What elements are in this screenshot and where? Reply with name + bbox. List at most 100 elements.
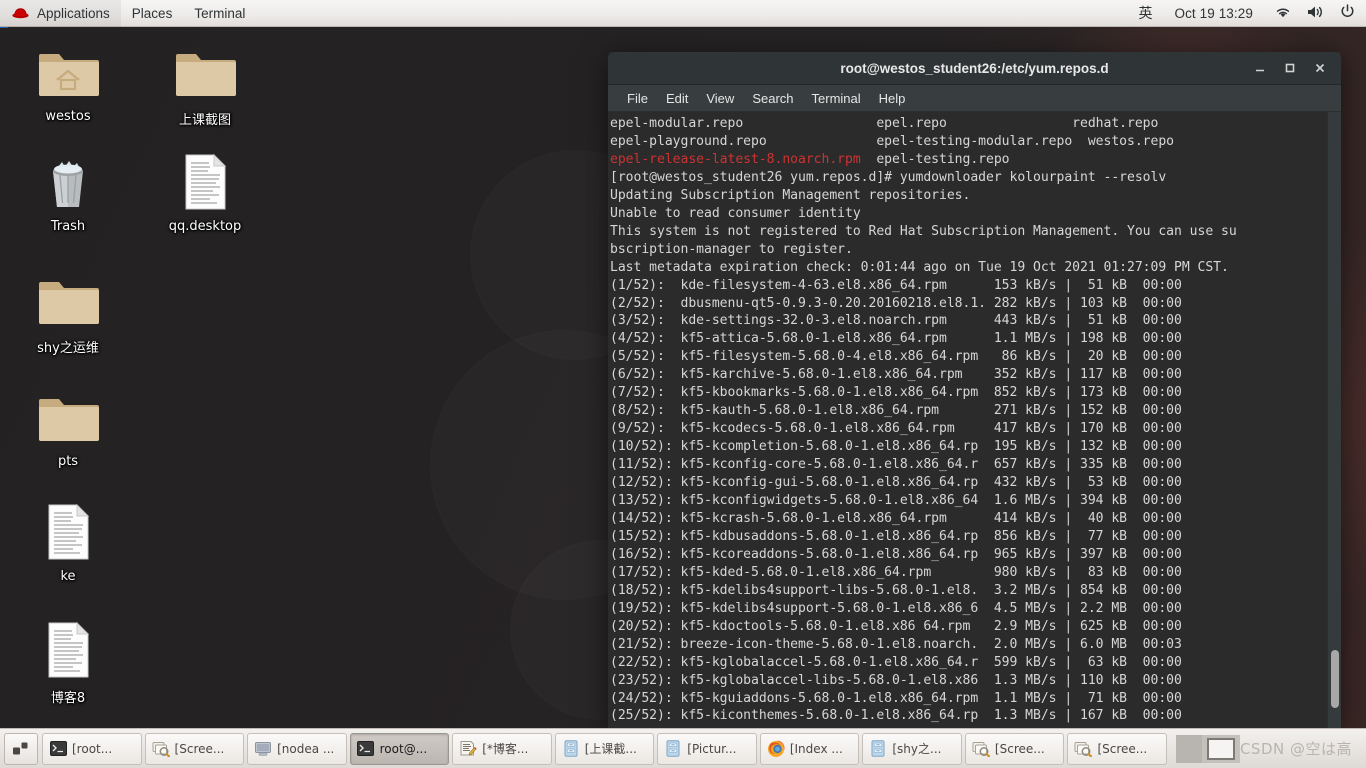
- terminal-line: epel-playground.repo epel-testing-modula…: [610, 133, 1174, 149]
- desktop-icon-shangke-jietu[interactable]: 上课截图: [150, 40, 260, 128]
- taskbar-button[interactable]: [上课截...: [554, 732, 655, 765]
- terminal-menubar: File Edit View Search Terminal Help: [608, 85, 1341, 112]
- file-manager-icon: [562, 740, 580, 758]
- taskbar-button-label: [root...: [72, 741, 113, 756]
- terminal-body[interactable]: epel-modular.repo epel.repo redhat.repo e…: [608, 112, 1341, 728]
- taskbar-button[interactable]: [Index ...: [759, 732, 860, 765]
- terminal-icon: [357, 740, 375, 758]
- taskbar-button-label: root@...: [379, 741, 428, 756]
- desktop-icon-pts[interactable]: pts: [13, 385, 123, 469]
- window-controls: [1245, 55, 1341, 81]
- terminal-line: (13/52): kf5-kconfigwidgets-5.68.0-1.el8…: [610, 493, 1182, 509]
- terminal-line: (9/52): kf5-kcodecs-5.68.0-1.el8.x86_64.…: [610, 421, 1182, 437]
- taskbar-button[interactable]: root@...: [349, 732, 450, 765]
- terminal-line: (24/52): kf5-kguiaddons-5.68.0-1.el8.x86…: [610, 690, 1182, 706]
- redhat-fedora-icon: [11, 6, 30, 20]
- taskbar-button[interactable]: [Scree...: [964, 732, 1065, 765]
- taskbar-button-label: [shy之...: [892, 742, 942, 756]
- terminal-titlebar[interactable]: root@westos_student26:/etc/yum.repos.d: [608, 52, 1341, 85]
- desktop-icon-label: ke: [60, 569, 76, 584]
- terminal-line: (19/52): kf5-kdelibs4support-5.68.0-1.el…: [610, 600, 1182, 616]
- screenshot-icon: [152, 740, 170, 758]
- maximize-button[interactable]: [1275, 55, 1305, 81]
- menu-help[interactable]: Help: [870, 88, 915, 109]
- minimize-button[interactable]: [1245, 55, 1275, 81]
- terminal-line: This system is not registered to Red Hat…: [610, 223, 1237, 239]
- power-icon: [1340, 4, 1355, 22]
- terminal-line: (16/52): kf5-kcoreaddons-5.68.0-1.el8.x8…: [610, 546, 1182, 562]
- taskbar-button[interactable]: [shy之...: [862, 732, 962, 765]
- desktop-icon-label: 博客8: [50, 691, 86, 706]
- clock-label: Oct 19 13:29: [1174, 5, 1253, 21]
- desktop-icon-label: qq.desktop: [168, 219, 242, 234]
- terminal-line: Last metadata expiration check: 0:01:44 …: [610, 259, 1229, 275]
- input-method-indicator[interactable]: 英: [1127, 0, 1163, 27]
- terminal-output[interactable]: epel-modular.repo epel.repo redhat.repo e…: [608, 112, 1327, 728]
- desktop-screen: Applications Places Terminal 英 Oct 19 13…: [0, 0, 1366, 768]
- taskbar-button[interactable]: [root...: [42, 732, 142, 765]
- applications-menu-label: Applications: [37, 5, 110, 21]
- terminal-line: bscription-manager to register.: [610, 241, 853, 257]
- desktop-icon-boke8[interactable]: 博客8: [13, 618, 123, 706]
- terminal-line: epel-modular.repo epel.repo redhat.repo: [610, 116, 1159, 131]
- workspace-2-inner: [1206, 737, 1235, 760]
- top-panel: Applications Places Terminal 英 Oct 19 13…: [0, 0, 1366, 27]
- desktop-icon-westos[interactable]: westos: [13, 40, 123, 124]
- menu-view[interactable]: View: [697, 88, 743, 109]
- workspace-2[interactable]: [1201, 734, 1240, 763]
- text-editor-icon: [459, 740, 477, 758]
- terminal-line: (17/52): kf5-kded-5.68.0-1.el8.x86_64.rp…: [610, 564, 1182, 580]
- terminal-line: (4/52): kf5-attica-5.68.0-1.el8.x86_64.r…: [610, 331, 1182, 347]
- task-button-list: [root... [Scree... [nodea ... root@... [*博客.…: [42, 732, 1170, 765]
- file-manager-icon: [869, 740, 887, 758]
- minimize-icon: [1256, 69, 1264, 72]
- desktop-icon-trash[interactable]: Trash: [13, 150, 123, 234]
- terminal-scrollbar[interactable]: [1327, 112, 1341, 728]
- applications-menu[interactable]: Applications: [0, 0, 121, 27]
- show-desktop-button[interactable]: [4, 732, 38, 765]
- desktop-icon-label: Trash: [50, 219, 86, 234]
- screenshot-icon: [972, 740, 990, 758]
- terminal-line: (5/52): kf5-filesystem-5.68.0-4.el8.x86_…: [610, 349, 1182, 365]
- desktop-icon-label: pts: [57, 454, 79, 469]
- taskbar-button[interactable]: [*博客...: [452, 732, 552, 765]
- firefox-icon: [767, 740, 785, 758]
- terminal-line: (15/52): kf5-kdbusaddons-5.68.0-1.el8.x8…: [610, 528, 1182, 544]
- places-menu-label: Places: [131, 5, 173, 21]
- menu-edit[interactable]: Edit: [657, 88, 697, 109]
- terminal-line: (10/52): kf5-kcompletion-5.68.0-1.el8.x8…: [610, 439, 1182, 455]
- places-menu[interactable]: Places: [121, 0, 184, 27]
- display-icon: [254, 740, 272, 758]
- desktop-icon-shy-yunwei[interactable]: shy之运维: [13, 268, 123, 356]
- terminal-line: (22/52): kf5-kglobalaccel-5.68.0-1.el8.x…: [610, 654, 1182, 670]
- terminal-icon: [49, 740, 67, 758]
- desktop-icon-qq-desktop[interactable]: qq.desktop: [150, 150, 260, 234]
- terminal-title: root@westos_student26:/etc/yum.repos.d: [840, 60, 1109, 76]
- desktop-icon-ke[interactable]: ke: [13, 500, 123, 584]
- close-button[interactable]: [1305, 55, 1335, 81]
- menu-file[interactable]: File: [618, 88, 657, 109]
- terminal-app-menu[interactable]: Terminal: [183, 0, 256, 27]
- workspace-1[interactable]: [1175, 734, 1202, 763]
- menu-terminal[interactable]: Terminal: [803, 88, 870, 109]
- scrollbar-thumb[interactable]: [1331, 650, 1339, 708]
- taskbar-button[interactable]: [nodea ...: [247, 732, 347, 765]
- workspace-switcher[interactable]: [1175, 733, 1240, 765]
- clock[interactable]: Oct 19 13:29: [1163, 0, 1264, 27]
- taskbar: [root... [Scree... [nodea ... root@... [*博客.…: [0, 728, 1366, 768]
- taskbar-button-label: [Index ...: [789, 741, 843, 756]
- folder-icon: [173, 40, 237, 104]
- terminal-line: (25/52): kf5-kiconthemes-5.68.0-1.el8.x8…: [610, 708, 1182, 724]
- terminal-line: (21/52): breeze-icon-theme-5.68.0-1.el8.…: [610, 636, 1182, 652]
- terminal-line: [root@westos_student26 yum.repos.d]# yum…: [610, 169, 1167, 185]
- maximize-icon: [1285, 63, 1295, 73]
- taskbar-button[interactable]: [Scree...: [1067, 732, 1168, 765]
- menu-search[interactable]: Search: [743, 88, 802, 109]
- taskbar-button[interactable]: [Scree...: [144, 732, 245, 765]
- taskbar-button[interactable]: [Pictur...: [657, 732, 757, 765]
- terminal-app-menu-label: Terminal: [194, 5, 246, 21]
- terminal-line: epel-release-latest-8.noarch.rpm epel-te…: [610, 151, 1010, 167]
- network-wifi-icon: [1275, 5, 1291, 22]
- terminal-window[interactable]: root@westos_student26:/etc/yum.repos.d F…: [608, 52, 1341, 728]
- system-status-menu[interactable]: [1264, 0, 1366, 27]
